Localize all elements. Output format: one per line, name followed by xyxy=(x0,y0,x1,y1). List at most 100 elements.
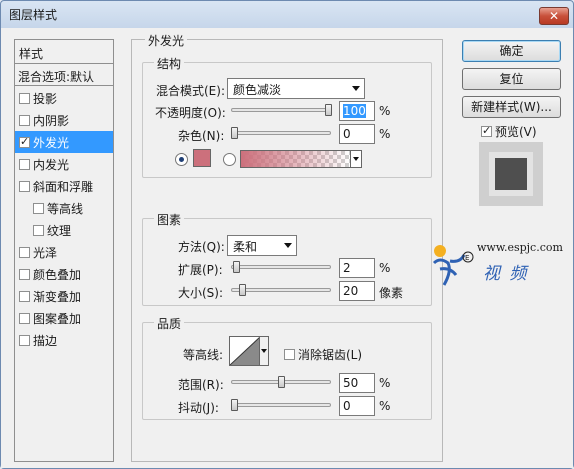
svg-text:E: E xyxy=(465,254,469,262)
range-label: 范围(R): xyxy=(178,378,224,392)
style-item-0[interactable]: 投影 xyxy=(15,87,113,109)
style-item-1[interactable]: 内阴影 xyxy=(15,109,113,131)
spread-unit: % xyxy=(379,261,391,275)
style-item-10[interactable]: 图案叠加 xyxy=(15,307,113,329)
noise-label: 杂色(N): xyxy=(178,129,225,143)
dialog-body: 样式 混合选项:默认 投影内阴影外发光内发光斜面和浮雕等高线纹理光泽颜色叠加渐变… xyxy=(1,28,573,468)
watermark-text: 视 频 xyxy=(483,264,529,284)
outer-glow-title: 外发光 xyxy=(145,32,188,49)
style-item-checkbox[interactable] xyxy=(19,135,30,148)
style-item-7[interactable]: 光泽 xyxy=(15,241,113,263)
preview-box[interactable] xyxy=(481,124,492,137)
chevron-down-icon xyxy=(284,243,292,248)
noise-thumb[interactable] xyxy=(231,127,238,139)
range-value: 50 xyxy=(343,376,359,390)
gradient-radio[interactable] xyxy=(223,153,236,166)
style-item-checkbox[interactable] xyxy=(19,247,30,258)
style-item-checkbox[interactable] xyxy=(19,159,30,170)
opacity-value: 100 xyxy=(343,104,366,118)
elements-title: 图素 xyxy=(154,211,185,228)
style-item-11[interactable]: 描边 xyxy=(15,329,113,351)
style-item-2[interactable]: 外发光 xyxy=(15,131,113,153)
style-item-8[interactable]: 颜色叠加 xyxy=(15,263,113,285)
style-item-3[interactable]: 内发光 xyxy=(15,153,113,175)
chevron-down-icon xyxy=(352,86,360,91)
contour-picker[interactable] xyxy=(229,336,261,366)
opacity-input[interactable]: 100 xyxy=(339,101,375,121)
solid-color-radio[interactable] xyxy=(175,153,188,166)
style-item-checkbox[interactable] xyxy=(19,181,30,192)
opacity-thumb[interactable] xyxy=(325,104,332,116)
style-item-checkbox[interactable] xyxy=(19,335,30,346)
noise-input[interactable]: 0 xyxy=(339,124,375,144)
style-item-checkbox[interactable] xyxy=(33,203,44,214)
glow-color-swatch[interactable] xyxy=(193,149,211,167)
jitter-value: 0 xyxy=(343,399,351,413)
style-item-5[interactable]: 等高线 xyxy=(15,197,113,219)
style-item-4[interactable]: 斜面和浮雕 xyxy=(15,175,113,197)
spread-slider[interactable] xyxy=(231,261,331,273)
style-item-label: 纹理 xyxy=(47,224,72,238)
style-item-6[interactable]: 纹理 xyxy=(15,219,113,241)
contour-linear-icon xyxy=(230,337,260,365)
style-item-label: 投影 xyxy=(33,92,58,106)
size-value: 20 xyxy=(343,284,359,298)
size-track xyxy=(231,288,331,292)
ok-button[interactable]: 确定 xyxy=(462,40,561,62)
style-item-checkbox[interactable] xyxy=(19,291,30,302)
noise-slider[interactable] xyxy=(231,127,331,139)
spread-input[interactable]: 2 xyxy=(339,258,375,278)
reset-button[interactable]: 复位 xyxy=(462,68,561,90)
anti-alias-label: 消除锯齿(L) xyxy=(298,348,363,362)
range-slider[interactable] xyxy=(231,376,331,388)
jitter-thumb[interactable] xyxy=(231,399,238,411)
preview-label: 预览(V) xyxy=(495,125,537,139)
range-input[interactable]: 50 xyxy=(339,373,375,393)
quality-title: 品质 xyxy=(154,315,185,332)
styles-list: 样式 混合选项:默认 投影内阴影外发光内发光斜面和浮雕等高线纹理光泽颜色叠加渐变… xyxy=(14,39,114,462)
style-item-checkbox[interactable] xyxy=(19,313,30,324)
size-thumb[interactable] xyxy=(238,284,246,296)
blend-mode-select[interactable]: 颜色减淡 xyxy=(227,78,365,99)
style-item-checkbox[interactable] xyxy=(19,93,30,104)
style-item-checkbox[interactable] xyxy=(19,115,30,126)
anti-alias-checkbox[interactable]: 消除锯齿(L) xyxy=(284,346,362,363)
watermark: E www.espjc.com 视 频 xyxy=(430,241,570,291)
new-style-button[interactable]: 新建样式(W)... xyxy=(462,96,561,118)
title-bar[interactable]: 图层样式 ✕ xyxy=(1,1,573,28)
style-item-label: 颜色叠加 xyxy=(33,268,82,282)
gradient-dropdown-button[interactable] xyxy=(350,150,362,168)
range-thumb[interactable] xyxy=(278,376,285,388)
size-unit: 像素 xyxy=(379,286,404,300)
size-input[interactable]: 20 xyxy=(339,281,375,301)
style-item-9[interactable]: 渐变叠加 xyxy=(15,285,113,307)
size-slider[interactable] xyxy=(231,284,331,296)
preview-checkbox[interactable]: 预览(V) xyxy=(481,123,537,140)
opacity-unit: % xyxy=(379,104,391,118)
technique-label: 方法(Q): xyxy=(178,240,225,254)
spread-thumb[interactable] xyxy=(232,261,240,273)
contour-dropdown-button[interactable] xyxy=(259,336,269,366)
blending-options-item[interactable]: 混合选项:默认 xyxy=(15,64,113,86)
jitter-input[interactable]: 0 xyxy=(339,396,375,416)
glow-gradient-picker[interactable] xyxy=(240,150,351,168)
style-item-label: 内发光 xyxy=(33,158,70,172)
anti-alias-box[interactable] xyxy=(284,349,295,360)
close-button[interactable]: ✕ xyxy=(539,7,569,25)
opacity-slider[interactable] xyxy=(231,104,332,116)
jitter-unit: % xyxy=(379,399,391,413)
technique-select[interactable]: 柔和 xyxy=(227,235,297,256)
blend-mode-label: 混合模式(E): xyxy=(156,84,225,98)
style-item-label: 渐变叠加 xyxy=(33,290,82,304)
spread-label: 扩展(P): xyxy=(178,263,223,277)
style-item-checkbox[interactable] xyxy=(19,269,30,280)
style-item-label: 图案叠加 xyxy=(33,312,82,326)
styles-header[interactable]: 样式 xyxy=(15,40,113,64)
style-item-label: 等高线 xyxy=(47,202,84,216)
watermark-url: www.espjc.com xyxy=(477,241,563,254)
jitter-slider[interactable] xyxy=(231,399,331,411)
style-item-checkbox[interactable] xyxy=(33,225,44,236)
watermark-logo-icon: E xyxy=(432,245,474,286)
style-item-label: 光泽 xyxy=(33,246,58,260)
technique-value: 柔和 xyxy=(233,240,258,254)
